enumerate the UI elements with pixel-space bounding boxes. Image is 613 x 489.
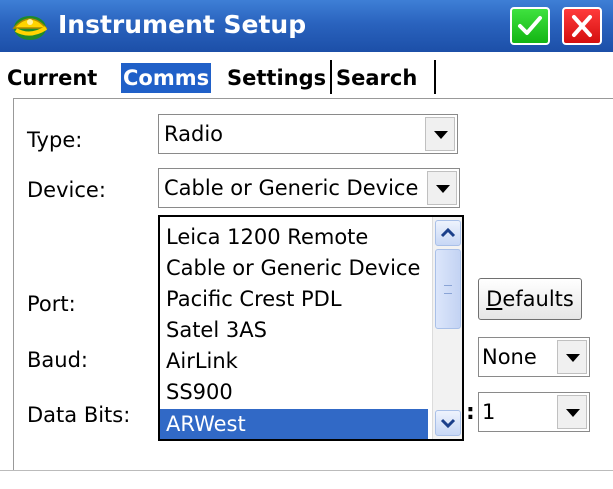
tab-search[interactable]: Search <box>334 63 419 93</box>
parity-value: None <box>482 345 537 369</box>
chevron-down-icon[interactable] <box>425 117 455 151</box>
device-dropdown[interactable]: Cable or Generic Device <box>158 168 460 208</box>
window-title: Instrument Setup <box>58 10 307 39</box>
device-dropdown-list[interactable]: Leica 1200 Remote Cable or Generic Devic… <box>158 215 464 441</box>
defaults-button[interactable]: Defaults <box>478 278 582 320</box>
survey-helmet-icon <box>12 16 48 40</box>
chevron-down-icon[interactable] <box>557 395 587 429</box>
stop-bits-value: 1 <box>482 400 496 424</box>
port-label: Port: <box>27 292 76 316</box>
data-bits-label: Data Bits: <box>27 403 131 427</box>
chevron-down-icon[interactable] <box>557 340 587 374</box>
scrollbar[interactable] <box>432 217 462 439</box>
defaults-label: efaults <box>502 287 574 311</box>
type-label: Type: <box>27 128 83 152</box>
device-label: Device: <box>27 178 106 202</box>
tab-current[interactable]: Current <box>5 63 99 93</box>
scroll-up-button[interactable] <box>435 220 461 246</box>
device-value: Cable or Generic Device <box>164 176 419 200</box>
list-item-selected[interactable]: ARWest <box>160 409 428 439</box>
list-item[interactable]: SS900 <box>166 377 428 407</box>
close-button[interactable] <box>562 7 602 45</box>
scrollbar-thumb[interactable] <box>435 249 461 329</box>
tab-separator <box>434 60 436 94</box>
list-item[interactable]: Leica 1200 Remote <box>166 222 428 252</box>
list-item[interactable]: Cable or Generic Device <box>166 253 428 283</box>
chevron-up-icon <box>440 227 456 238</box>
parity-dropdown[interactable]: None <box>478 337 590 377</box>
chevron-down-icon <box>440 418 456 429</box>
close-icon <box>572 15 592 37</box>
tab-settings[interactable]: Settings <box>225 63 328 93</box>
title-bar: Instrument Setup <box>0 0 613 52</box>
tab-separator <box>330 60 332 94</box>
tab-comms[interactable]: Comms <box>121 63 212 93</box>
ok-button[interactable] <box>510 7 550 45</box>
checkmark-icon <box>518 16 542 35</box>
chevron-down-icon[interactable] <box>427 171 457 205</box>
scroll-down-button[interactable] <box>435 410 461 436</box>
status-strip <box>0 470 613 489</box>
stop-bits-dropdown[interactable]: 1 <box>478 392 590 432</box>
colon-label: : <box>466 400 475 425</box>
baud-label: Baud: <box>27 348 88 372</box>
list-item[interactable]: Pacific Crest PDL <box>166 284 428 314</box>
list-item[interactable]: AirLink <box>166 346 428 376</box>
list-item[interactable]: Satel 3AS <box>166 315 428 345</box>
type-value: Radio <box>164 122 224 146</box>
type-dropdown[interactable]: Radio <box>158 114 458 154</box>
defaults-accelerator: D <box>486 287 503 311</box>
